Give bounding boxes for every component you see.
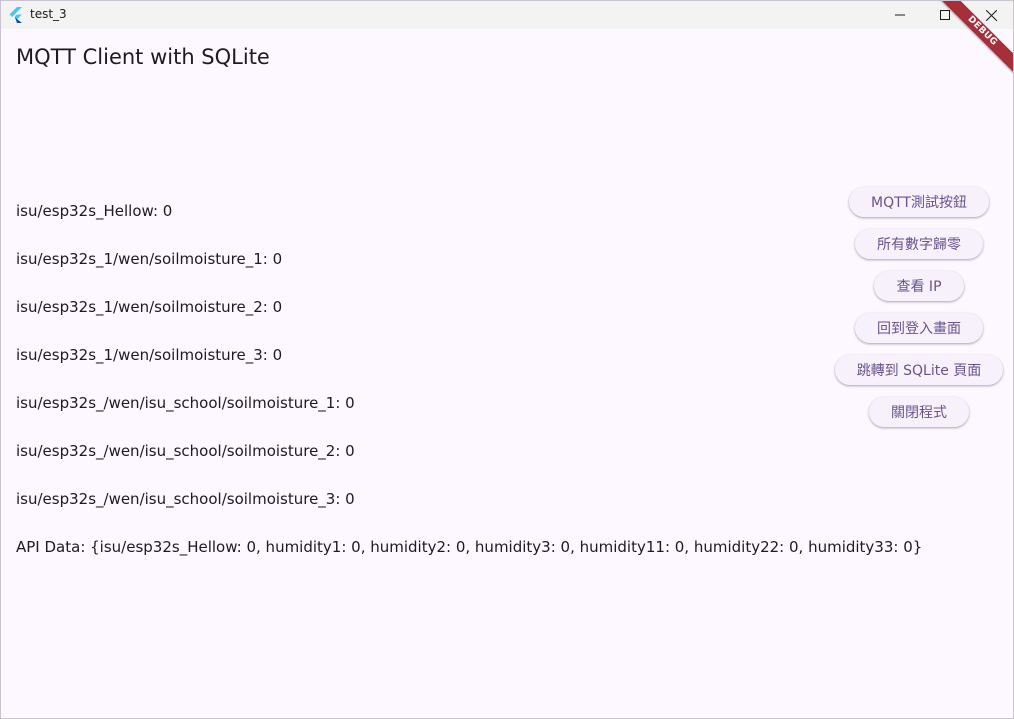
close-icon bbox=[985, 9, 997, 21]
app-title: MQTT Client with SQLite bbox=[16, 45, 270, 69]
topic-line: isu/esp32s_/wen/isu_school/soilmoisture_… bbox=[16, 442, 355, 460]
reset-all-button[interactable]: 所有數字歸零 bbox=[855, 229, 983, 259]
api-data-text: API Data: {isu/esp32s_Hellow: 0, humidit… bbox=[16, 538, 923, 556]
topic-line: isu/esp32s_Hellow: 0 bbox=[16, 202, 173, 220]
app-window: test_3 MQTT Client with SQLite DEBUG isu… bbox=[0, 0, 1014, 719]
minimize-button[interactable] bbox=[877, 1, 923, 29]
topic-line: isu/esp32s_/wen/isu_school/soilmoisture_… bbox=[16, 490, 355, 508]
mqtt-test-button[interactable]: MQTT測試按鈕 bbox=[849, 187, 989, 217]
topic-list: isu/esp32s_Hellow: 0 isu/esp32s_1/wen/so… bbox=[16, 201, 355, 537]
flutter-logo-icon bbox=[9, 7, 22, 23]
back-to-login-button[interactable]: 回到登入畫面 bbox=[855, 313, 983, 343]
title-bar[interactable]: test_3 bbox=[1, 1, 1013, 29]
topic-line: isu/esp32s_1/wen/soilmoisture_1: 0 bbox=[16, 250, 283, 268]
view-ip-button[interactable]: 查看 IP bbox=[874, 271, 964, 301]
minimize-icon bbox=[895, 14, 905, 16]
maximize-icon bbox=[940, 10, 950, 20]
action-buttons: MQTT測試按鈕 所有數字歸零 查看 IP 回到登入畫面 跳轉到 SQLite … bbox=[817, 187, 1013, 439]
topic-line: isu/esp32s_1/wen/soilmoisture_2: 0 bbox=[16, 298, 283, 316]
topic-line: isu/esp32s_1/wen/soilmoisture_3: 0 bbox=[16, 346, 283, 364]
window-title: test_3 bbox=[30, 7, 67, 21]
close-app-button[interactable]: 關閉程式 bbox=[869, 397, 969, 427]
topic-line: isu/esp32s_/wen/isu_school/soilmoisture_… bbox=[16, 394, 355, 412]
goto-sqlite-button[interactable]: 跳轉到 SQLite 頁面 bbox=[834, 355, 1004, 385]
